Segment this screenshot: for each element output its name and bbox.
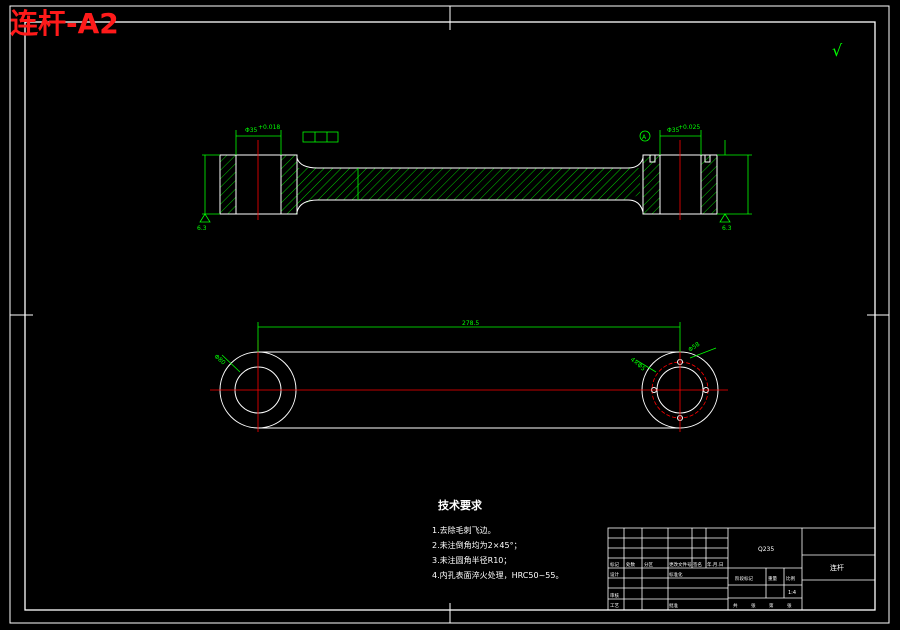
svg-text:处数: 处数 [626, 561, 635, 568]
right-tolerance: +0.025 [678, 124, 700, 131]
svg-text:Φ80: Φ80 [213, 353, 227, 366]
left-bore-dim: Φ35 [245, 127, 258, 134]
left-roughness: 6.3 [197, 225, 207, 232]
tech-requirement-4: 4.内孔表面淬火处理，HRC50~55。 [432, 571, 564, 580]
svg-text:张: 张 [787, 602, 792, 609]
scale-label: 1:4 [788, 590, 796, 596]
svg-text:设计: 设计 [610, 571, 619, 578]
datum-label: A [642, 134, 647, 141]
svg-text:分区: 分区 [644, 561, 653, 568]
roughness-check-mark: √ [832, 41, 843, 60]
tech-requirement-1: 1.去除毛刺飞边。 [432, 526, 496, 535]
top-view: 278.5 Φ80 Φ58 4×Φ5 [210, 320, 728, 432]
svg-text:标准化: 标准化 [669, 571, 683, 578]
drawing-title: 连杆-A2 [10, 7, 119, 40]
svg-text:更改文件号: 更改文件号 [669, 561, 692, 568]
svg-text:比例: 比例 [786, 575, 795, 582]
svg-text:第: 第 [769, 602, 774, 609]
tech-requirement-3: 3.未注圆角半径R10； [432, 556, 512, 565]
tech-requirement-2: 2.未注倒角均为2×45°； [432, 541, 522, 550]
right-roughness: 6.3 [722, 225, 732, 232]
right-boss-hatch-left [643, 155, 660, 214]
svg-text:工艺: 工艺 [610, 603, 619, 609]
shank-hatch [297, 168, 640, 205]
svg-text:审核: 审核 [610, 592, 619, 599]
svg-text:阶段标记: 阶段标记 [735, 575, 753, 582]
part-name-label: 连杆 [830, 563, 844, 572]
svg-text:重量: 重量 [768, 575, 777, 582]
svg-text:4×Φ5: 4×Φ5 [629, 356, 647, 373]
svg-text:Φ58: Φ58 [687, 341, 701, 354]
left-boss-hatch-left [220, 155, 236, 214]
left-boss-hatch-right [281, 155, 297, 214]
svg-text:共: 共 [733, 602, 738, 609]
tech-requirements-heading: 技术要求 [438, 499, 482, 512]
svg-text:张: 张 [751, 602, 756, 609]
svg-text:年.月.日: 年.月.日 [707, 561, 723, 568]
right-boss-hatch-right [701, 155, 717, 214]
svg-text:签名: 签名 [693, 561, 702, 568]
svg-text:批准: 批准 [669, 602, 678, 609]
section-view: Φ35 +0.018 Φ35 +0.025 A 6.3 6.3 [197, 124, 752, 232]
svg-text:标记: 标记 [610, 561, 619, 568]
left-tolerance: +0.018 [258, 124, 280, 131]
material-label: Q235 [758, 546, 774, 553]
center-distance-dim: 278.5 [462, 320, 479, 327]
technical-requirements: 技术要求 1.去除毛刺飞边。 2.未注倒角均为2×45°； 3.未注圆角半径R1… [432, 497, 563, 583]
